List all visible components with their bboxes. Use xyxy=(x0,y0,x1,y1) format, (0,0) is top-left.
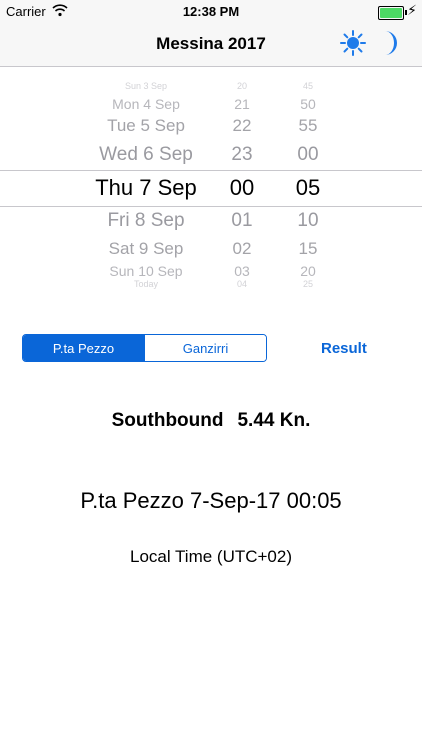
speed-text: 5.44 Kn. xyxy=(237,410,311,431)
picker-hour-option[interactable]: 22 xyxy=(233,116,252,136)
date-time-picker[interactable]: Sun 3 Sep Mon 4 Sep Tue 5 Sep Wed 6 Sep Thu … xyxy=(0,81,422,289)
charging-bolt-icon: ⚡ xyxy=(407,2,417,18)
picker-minute-option[interactable]: 45 xyxy=(303,81,313,91)
picker-hour-option[interactable]: 23 xyxy=(231,144,252,166)
location-segmented-control[interactable]: P.ta Pezzo Ganzirri xyxy=(22,334,267,362)
direction-text: Southbound xyxy=(111,410,224,431)
sun-icon[interactable] xyxy=(340,30,366,56)
picker-minute-option[interactable]: 25 xyxy=(303,279,313,289)
picker-hour-option[interactable]: 03 xyxy=(234,263,250,279)
picker-minute-option[interactable]: 55 xyxy=(299,116,318,136)
location-datetime: P.ta Pezzo 7-Sep-17 00:05 xyxy=(80,488,342,513)
result-button[interactable]: Result xyxy=(321,340,367,357)
picker-selection-bottom-line xyxy=(0,206,422,207)
picker-date-option[interactable]: Sun 3 Sep xyxy=(125,81,167,91)
picker-date-option[interactable]: Sun 10 Sep xyxy=(109,263,182,279)
timezone-label: Local Time (UTC+02) xyxy=(129,547,293,566)
status-bar: Carrier 12:38 PM ⚡ xyxy=(0,0,422,24)
picker-minute-option[interactable]: 15 xyxy=(299,239,318,259)
picker-hour-option[interactable]: 21 xyxy=(234,96,250,112)
picker-minute-selected[interactable]: 05 xyxy=(296,175,320,201)
picker-date-option[interactable]: Tue 5 Sep xyxy=(107,116,185,136)
picker-hour-option[interactable]: 02 xyxy=(233,239,252,259)
picker-hour-option[interactable]: 04 xyxy=(237,279,247,289)
picker-minute-option[interactable]: 00 xyxy=(297,144,318,166)
picker-hour-selected[interactable]: 00 xyxy=(230,175,254,201)
segment-ganzirri[interactable]: Ganzirri xyxy=(144,335,266,361)
result-direction-line: Southbound 5.44 Kn. xyxy=(0,410,422,432)
picker-date-selected[interactable]: Thu 7 Sep xyxy=(95,175,197,201)
status-time: 12:38 PM xyxy=(182,4,240,19)
picker-selection-top-line xyxy=(0,170,422,171)
picker-minute-option[interactable]: 20 xyxy=(300,263,316,279)
picker-minute-option[interactable]: 10 xyxy=(297,210,318,232)
battery-icon xyxy=(378,6,407,20)
moon-icon[interactable] xyxy=(376,30,398,56)
picker-date-option[interactable]: Wed 6 Sep xyxy=(99,144,193,166)
picker-minute-option[interactable]: 50 xyxy=(300,96,316,112)
picker-date-option[interactable]: Mon 4 Sep xyxy=(112,96,180,112)
picker-hour-option[interactable]: 20 xyxy=(237,81,247,91)
segment-pta-pezzo[interactable]: P.ta Pezzo xyxy=(23,335,144,361)
picker-hour-option[interactable]: 01 xyxy=(231,210,252,232)
picker-date-option[interactable]: Sat 9 Sep xyxy=(109,239,184,259)
picker-date-option[interactable]: Fri 8 Sep xyxy=(107,210,184,232)
picker-date-option[interactable]: Today xyxy=(134,279,158,289)
